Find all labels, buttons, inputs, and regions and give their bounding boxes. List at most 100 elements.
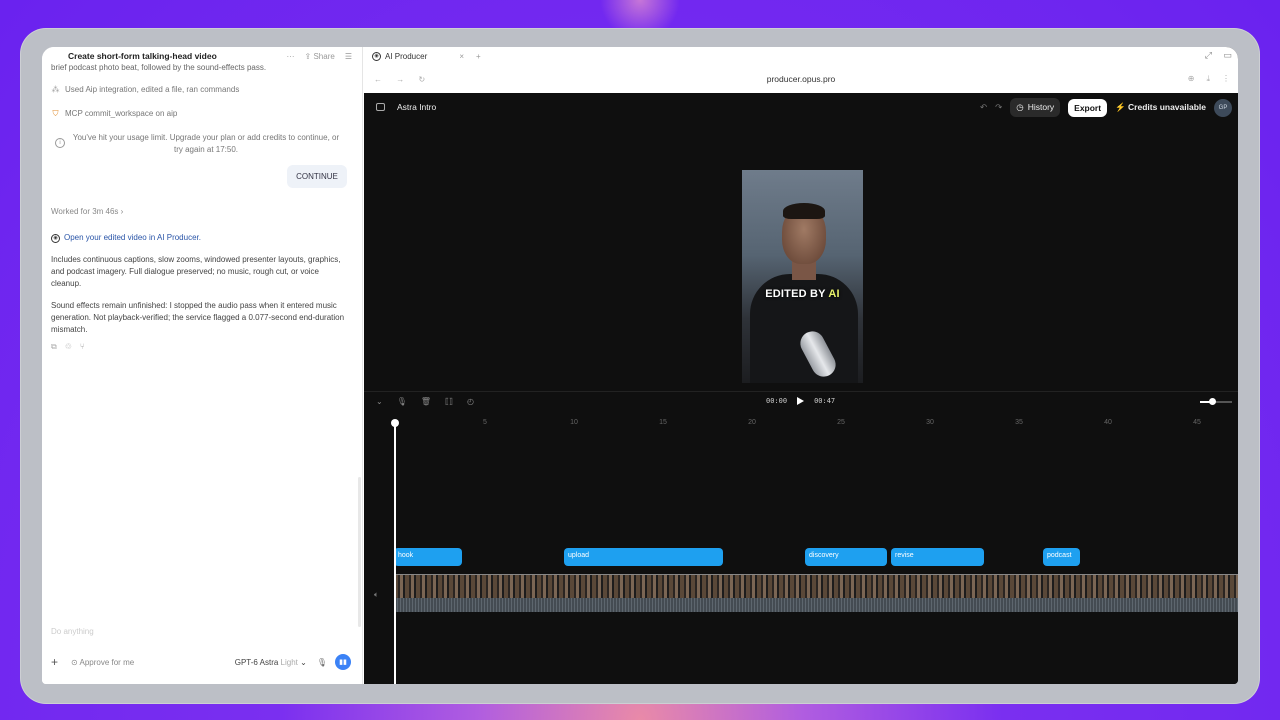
settings-icon[interactable]: ☰ (345, 52, 352, 61)
info-icon: i (55, 138, 65, 148)
ruler-tick-15: 15 (659, 419, 667, 426)
undo-icon[interactable]: ↶ (980, 102, 987, 113)
delete-icon[interactable]: 🗑︎ (421, 397, 431, 406)
speed-icon[interactable]: ◴ (467, 397, 474, 406)
history-icon: ◷ (1016, 102, 1024, 112)
chat-title: Create short-form talking-head video (68, 51, 217, 61)
status-paragraph: Sound effects remain unfinished: I stopp… (51, 301, 345, 334)
producer-favicon-icon: ◉ (372, 51, 381, 61)
open-in-producer-link[interactable]: ◉ Open your edited video in AI Producer. (51, 232, 351, 244)
download-icon[interactable]: ⤓ (1206, 74, 1210, 84)
composer-input[interactable]: Do anything (51, 627, 94, 636)
playback-time: 00:00 00:47 (766, 397, 835, 405)
tab-label: AI Producer (385, 51, 428, 61)
record-voice-icon[interactable]: 🎙︎ (397, 397, 407, 406)
branch-icon[interactable]: ⑂ (80, 341, 85, 353)
expand-icon[interactable]: ⤢ (1205, 50, 1212, 61)
clip-podcast[interactable]: podcast (1043, 548, 1080, 566)
address-bar: ← → ↻ producer.opus.pro ⊕ ⤓ ⋮ (364, 65, 1238, 93)
model-name: GPT-6 Astra (234, 657, 279, 667)
composer: Do anything + ⊙ Approve for me GPT-6 Ast… (42, 617, 363, 684)
usage-limit-text: You've hit your usage limit. Upgrade you… (72, 133, 340, 154)
browser-window: ◉ AI Producer × + ⤢ ▭ ← → ↻ producer.opu… (364, 47, 1238, 684)
zoom-slider[interactable] (1200, 398, 1232, 405)
timeline-ruler[interactable]: 5 10 15 20 25 30 35 40 45 (394, 419, 1238, 431)
panel-icon[interactable] (376, 103, 385, 111)
model-mode: Light (280, 657, 298, 667)
tab-ai-producer[interactable]: ◉ AI Producer × (372, 51, 464, 61)
zoom-handle[interactable] (1209, 398, 1216, 405)
credits-label: Credits unavailable (1128, 102, 1206, 112)
ruler-tick-45: 45 (1193, 419, 1201, 426)
chat-panel: Create short-form talking-head video ···… (42, 47, 363, 684)
new-tab-icon[interactable]: + (476, 52, 481, 61)
usage-limit-notice: i You've hit your usage limit. Upgrade y… (51, 132, 351, 156)
voice-send-button[interactable]: ▮▮ (335, 654, 351, 670)
transport-bar: ⌄ 🎙︎ 🗑︎ ⟦⟧ ◴ 00:00 00:47 (364, 391, 1238, 411)
close-tab-icon[interactable]: × (459, 52, 464, 61)
credits-status[interactable]: ⚡ Credits unavailable (1115, 102, 1206, 113)
model-selector[interactable]: GPT-6 Astra Light ⌄ (235, 658, 307, 667)
tool-icon: ⁂ (51, 85, 60, 94)
tool-activity-text: Used Aip integration, edited a file, ran… (65, 85, 240, 94)
video-filmstrip-track[interactable] (394, 574, 1238, 598)
split-icon[interactable]: ⟦⟧ (445, 397, 453, 406)
mcp-activity-row[interactable]: ⛉ MCP commit_workspace on aip (51, 108, 351, 120)
ruler-tick-20: 20 (748, 419, 756, 426)
approve-toggle[interactable]: ⊙ Approve for me (71, 658, 235, 667)
share-button[interactable]: ⇪ Share (305, 52, 335, 61)
shield-icon: ⛉ (52, 109, 59, 118)
add-icon[interactable]: ⊕ (1188, 74, 1195, 84)
continue-button[interactable]: CONTINUE (287, 165, 347, 188)
redo-icon[interactable]: ↷ (995, 102, 1002, 113)
total-time: 00:47 (814, 397, 836, 405)
history-button[interactable]: ◷ History (1010, 98, 1061, 117)
export-button[interactable]: Export (1068, 98, 1108, 117)
message-actions: ⧉ ♲ ⑂ (51, 341, 351, 353)
clip-discovery[interactable]: discovery (805, 548, 887, 566)
tool-activity-row[interactable]: ⁂ Used Aip integration, edited a file, r… (51, 84, 351, 96)
video-caption: EDITED BY AI (742, 288, 863, 300)
clip-upload[interactable]: upload (564, 548, 723, 566)
more-icon[interactable]: ··· (287, 52, 295, 61)
collapse-icon[interactable]: ⌄ (376, 397, 383, 406)
header-tools: ↶ ↷ ◷ History Export ⚡ Credits unavailabl… (980, 98, 1232, 117)
chat-thread: brief podcast photo beat, followed by th… (51, 63, 351, 353)
worked-duration-text: Worked for 3m 46s (51, 207, 119, 216)
worked-duration[interactable]: Worked for 3m 46s › (51, 206, 351, 218)
timeline-tools: ⌄ 🎙︎ 🗑︎ ⟦⟧ ◴ (376, 397, 474, 406)
sidebar-toggle-icon[interactable]: ▭ (1223, 50, 1232, 61)
tab-bar: ◉ AI Producer × + ⤢ ▭ (364, 47, 1238, 65)
url-field[interactable]: producer.opus.pro (364, 74, 1238, 84)
browser-tools: ⊕ ⤓ ⋮ (1188, 74, 1230, 84)
video-preview[interactable]: EDITED BY AI (742, 170, 863, 383)
copy-icon[interactable]: ⧉ (51, 341, 57, 353)
speaker-icon[interactable]: 🔈︎ (374, 590, 379, 600)
menu-icon[interactable]: ⋮ (1222, 74, 1230, 84)
ruler-tick-30: 30 (926, 419, 934, 426)
summary-paragraph: Includes continuous captions, slow zooms… (51, 255, 341, 288)
playhead[interactable] (391, 419, 399, 684)
producer-app: Astra Intro ↶ ↷ ◷ History Export ⚡ Credit… (364, 93, 1238, 684)
share-label: Share (313, 51, 335, 61)
chat-scrollbar[interactable] (358, 477, 361, 627)
avatar[interactable]: GP (1214, 98, 1232, 117)
play-button[interactable] (797, 397, 805, 405)
composer-toolbar: + ⊙ Approve for me GPT-6 Astra Light ⌄ 🎙… (51, 653, 351, 671)
caption-accent: AI (828, 288, 840, 300)
ruler-tick-35: 35 (1015, 419, 1023, 426)
current-time: 00:00 (766, 397, 788, 405)
ruler-tick-40: 40 (1104, 419, 1112, 426)
ruler-tick-5: 5 (483, 419, 487, 426)
bolt-icon: ⚡ (1115, 102, 1126, 112)
add-attachment-icon[interactable]: + (51, 655, 67, 669)
caption-main: EDITED BY (765, 288, 829, 300)
audio-waveform-track[interactable] (394, 598, 1238, 612)
chevron-down-icon: ⌄ (300, 657, 307, 667)
thumbs-icon[interactable]: ♲ (65, 341, 72, 353)
ruler-tick-25: 25 (837, 419, 845, 426)
microphone-icon[interactable]: 🎙︎ (317, 658, 327, 667)
clip-revise[interactable]: revise (891, 548, 984, 566)
chevron-right-icon: › (120, 207, 124, 216)
clip-hook[interactable]: hook (394, 548, 462, 566)
